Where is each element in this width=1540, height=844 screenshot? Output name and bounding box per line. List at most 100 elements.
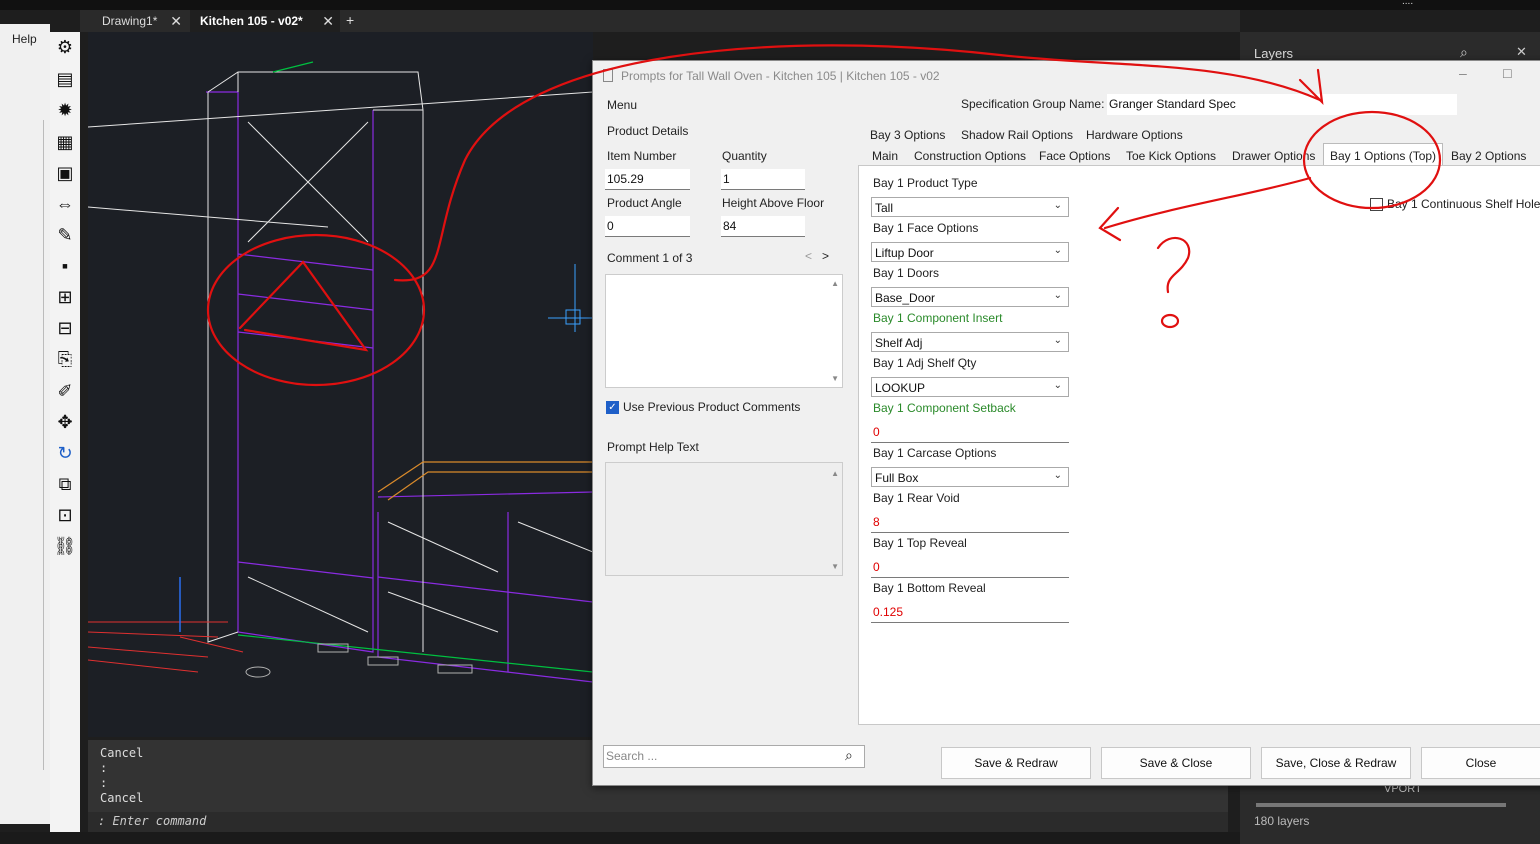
comment-prev-button[interactable]: <	[805, 249, 812, 263]
spec-group-field[interactable]: Granger Standard Spec	[1107, 94, 1457, 115]
doc-tab-kitchen-105[interactable]: Kitchen 105 - v02* ✕	[190, 10, 340, 32]
maximize-button[interactable]: ☐	[1502, 67, 1513, 81]
save-redraw-button[interactable]: Save & Redraw	[941, 747, 1091, 779]
tab-construction-options[interactable]: Construction Options	[908, 146, 1032, 166]
prompt-help-area: ▲ ▼	[605, 462, 843, 576]
move-icon[interactable]: ✥	[54, 411, 76, 433]
grid-icon[interactable]: ▦	[54, 131, 76, 153]
quantity-label: Quantity	[722, 149, 767, 163]
save-close-redraw-button[interactable]: Save, Close & Redraw	[1261, 747, 1411, 779]
gear-icon[interactable]: ⚙	[54, 36, 76, 58]
select-value: Full Box	[875, 471, 919, 485]
save-icon[interactable]: ▪	[54, 255, 76, 277]
brush-icon[interactable]: ✐	[54, 380, 76, 402]
new-tab-button[interactable]: +	[346, 12, 354, 28]
prompt-help-label: Prompt Help Text	[607, 440, 699, 454]
scroll-down-icon[interactable]: ▼	[831, 374, 839, 383]
doors-select[interactable]: Base_Door ⌄	[871, 287, 1069, 307]
height-field[interactable]: 84	[721, 216, 805, 237]
quantity-field[interactable]: 1	[721, 169, 805, 190]
select-value: Tall	[875, 201, 894, 215]
close-icon[interactable]: ✕	[322, 10, 334, 32]
carcase-options-select[interactable]: Full Box ⌄	[871, 467, 1069, 487]
copy-icon[interactable]: ⧉	[54, 473, 76, 495]
layer-count: 180 layers	[1254, 814, 1310, 828]
layout-icon[interactable]: ⊞	[54, 286, 76, 308]
close-button[interactable]: Close	[1421, 747, 1540, 779]
comment-textarea[interactable]: ▲ ▼	[605, 274, 843, 388]
command-line: Cancel	[100, 791, 144, 805]
tab-toe-kick-options[interactable]: Toe Kick Options	[1120, 146, 1222, 166]
tab-face-options[interactable]: Face Options	[1033, 146, 1116, 166]
chevron-down-icon: ⌄	[1053, 290, 1062, 301]
search-icon[interactable]: ⌕	[1460, 44, 1468, 61]
rear-void-field[interactable]: 8	[871, 512, 1069, 533]
vertical-toolbar: ⚙ ▤ ✹ ▦ ▣ ⇔ ✎ ▪ ⊞ ⊟ ⎘ ✐ ✥ ↻ ⧉ ⊡ ⛓	[50, 32, 80, 832]
menu-label[interactable]: Menu	[607, 98, 637, 112]
more-menu[interactable]: ....	[1402, 0, 1413, 7]
scroll-up-icon[interactable]: ▲	[831, 279, 839, 288]
tab-panel-bay-1: Bay 1 Continuous Shelf Holes Bay 1 Produ…	[858, 165, 1540, 725]
tab-hardware-options[interactable]: Hardware Options	[1080, 125, 1189, 145]
component-insert-select[interactable]: Shelf Adj ⌄	[871, 332, 1069, 352]
field-label: Bay 1 Face Options	[873, 221, 979, 235]
tab-bay-2-options[interactable]: Bay 2 Options	[1445, 146, 1532, 166]
product-angle-label: Product Angle	[607, 196, 682, 210]
scroll-down-icon[interactable]: ▼	[831, 562, 839, 571]
use-prev-comments-label: Use Previous Product Comments	[623, 400, 801, 414]
command-input[interactable]: : Enter command	[88, 812, 1228, 832]
minimize-button[interactable]: –	[1459, 65, 1467, 81]
tab-main[interactable]: Main	[866, 146, 904, 166]
item-number-label: Item Number	[607, 149, 677, 163]
product-type-select[interactable]: Tall ⌄	[871, 197, 1069, 217]
face-options-select[interactable]: Liftup Door ⌄	[871, 242, 1069, 262]
redo-icon[interactable]: ↻	[54, 442, 76, 464]
chevron-down-icon: ⌄	[1053, 335, 1062, 346]
scroll-up-icon[interactable]: ▲	[831, 469, 839, 478]
continuous-shelf-holes-checkbox[interactable]	[1370, 198, 1383, 211]
bottom-reveal-field[interactable]: 0.125	[871, 602, 1069, 623]
export-icon[interactable]: ⎘	[54, 348, 76, 370]
field-label: Bay 1 Doors	[873, 266, 940, 280]
document-tab-bar: Drawing1* ✕ Kitchen 105 - v02* ✕ +	[80, 10, 1240, 32]
tab-bay-3-options[interactable]: Bay 3 Options	[864, 125, 951, 145]
use-prev-comments-checkbox[interactable]: ✓	[606, 401, 619, 414]
adj-shelf-qty-select[interactable]: LOOKUP ⌄	[871, 377, 1069, 397]
product-angle-field[interactable]: 0	[605, 216, 690, 237]
layer-scrollbar[interactable]	[1256, 803, 1506, 807]
search-input[interactable]: Search ...	[603, 745, 865, 768]
field-label: Bay 1 Adj Shelf Qty	[873, 356, 977, 370]
item-number-field[interactable]: 105.29	[605, 169, 690, 190]
report-icon[interactable]: ▣	[54, 162, 76, 184]
settings-icon[interactable]: ✹	[54, 99, 76, 121]
link-icon[interactable]: ⛓	[54, 535, 77, 557]
chevron-down-icon: ⌄	[1053, 200, 1062, 211]
cabinet-icon[interactable]: ⊟	[54, 317, 76, 339]
document-icon[interactable]: ▤	[54, 68, 76, 90]
comment-next-button[interactable]: >	[822, 249, 829, 263]
drawing-viewport[interactable]	[88, 32, 593, 737]
search-icon[interactable]: ⌕	[845, 747, 853, 764]
panel-icon[interactable]: ⊡	[54, 504, 76, 526]
close-icon[interactable]: ✕	[170, 10, 182, 32]
pen-icon[interactable]: ✎	[54, 224, 76, 246]
layers-title: Layers	[1254, 46, 1294, 61]
cad-drawing	[88, 61, 593, 683]
top-reveal-field[interactable]: 0	[871, 557, 1069, 578]
left-scrollbar[interactable]	[0, 120, 44, 770]
tab-bay-1-options-top[interactable]: Bay 1 Options (Top)	[1323, 143, 1444, 167]
spec-group-label: Specification Group Name:	[961, 97, 1105, 111]
select-value: Base_Door	[875, 291, 936, 305]
help-menu[interactable]: Help	[12, 32, 37, 46]
doc-tab-drawing1[interactable]: Drawing1* ✕	[92, 10, 188, 32]
field-label: Bay 1 Top Reveal	[873, 536, 967, 550]
save-close-button[interactable]: Save & Close	[1101, 747, 1251, 779]
close-icon[interactable]: ✕	[1516, 44, 1527, 60]
select-value: LOOKUP	[875, 381, 926, 395]
doc-tab-label: Drawing1*	[102, 14, 158, 28]
tab-shadow-rail-options[interactable]: Shadow Rail Options	[955, 125, 1079, 145]
tab-drawer-options[interactable]: Drawer Options	[1226, 146, 1321, 166]
field-label: Bay 1 Component Insert	[873, 311, 1003, 325]
resize-icon[interactable]: ⇔	[54, 193, 76, 215]
component-setback-field[interactable]: 0	[871, 422, 1069, 443]
